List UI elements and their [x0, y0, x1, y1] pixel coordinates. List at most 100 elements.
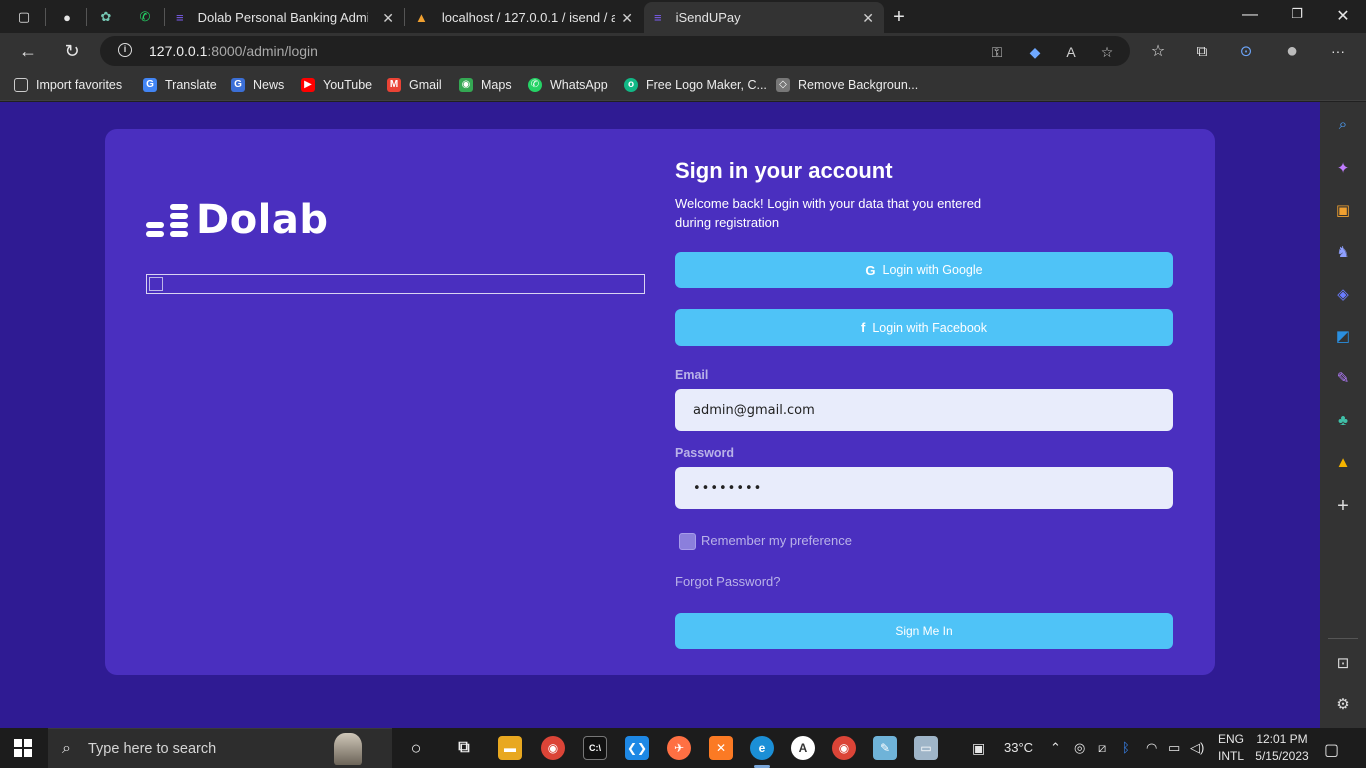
bookmark-label: Remove Backgroun...: [798, 78, 919, 92]
url-text[interactable]: 127.0.0.1:8000/admin/login: [149, 43, 318, 59]
new-tab-icon[interactable]: +: [889, 6, 909, 28]
github-icon[interactable]: ●: [57, 7, 77, 27]
close-icon[interactable]: ✕: [621, 10, 633, 27]
bookmark-youtube[interactable]: ▶ YouTube: [301, 76, 372, 94]
downloads-icon[interactable]: ⊙: [1234, 39, 1258, 63]
minimize-icon[interactable]: —: [1235, 6, 1265, 24]
logo-maker-icon: o: [624, 78, 638, 92]
divider: [164, 8, 165, 26]
copilot-icon[interactable]: ✦: [1333, 158, 1353, 178]
battery-icon[interactable]: ▭: [1168, 740, 1180, 756]
chatgpt-icon[interactable]: ✿: [96, 7, 116, 27]
sign-in-button[interactable]: Sign Me In: [675, 613, 1173, 649]
bookmark-whatsapp[interactable]: ✆ WhatsApp: [528, 76, 608, 94]
add-favorite-icon[interactable]: ☆: [1098, 43, 1116, 61]
profile-avatar-icon[interactable]: ●: [1280, 39, 1304, 63]
postman-icon[interactable]: ✈: [667, 736, 691, 760]
tab-title: localhost / 127.0.0.1 / isend / adr: [441, 10, 615, 25]
wifi-icon[interactable]: ◠: [1146, 740, 1157, 756]
chrome-profile-icon[interactable]: ◉: [832, 736, 856, 760]
clock-date: 5/15/2023: [1255, 749, 1309, 763]
input-language[interactable]: ENG INTL: [1212, 731, 1250, 765]
email-field[interactable]: [675, 389, 1173, 431]
terminal-icon[interactable]: C:\: [583, 736, 607, 760]
tab-actions-icon[interactable]: ▢: [14, 7, 34, 27]
windows-start-icon[interactable]: [14, 739, 32, 757]
bluetooth-icon[interactable]: ᛒ: [1122, 740, 1130, 755]
weather-icon[interactable]: ▣: [972, 740, 985, 757]
edge-icon[interactable]: e: [750, 736, 774, 760]
weather-temp[interactable]: 33°C: [1004, 740, 1033, 755]
remember-label[interactable]: Remember my preference: [701, 533, 852, 548]
close-icon[interactable]: ✕: [382, 10, 394, 27]
tree-icon[interactable]: ♣: [1333, 410, 1353, 430]
close-window-icon[interactable]: ✕: [1328, 6, 1358, 26]
broken-image-icon: [149, 277, 163, 291]
camera-icon[interactable]: ◎: [1074, 740, 1085, 756]
network-off-icon[interactable]: ⧄: [1098, 740, 1106, 756]
chrome-icon[interactable]: ◉: [541, 736, 565, 760]
site-info-icon[interactable]: i: [118, 43, 132, 57]
windows-taskbar: ⌕ Type here to search ○ ⧉ ▬ ◉ C:\ ❮❯ ✈ ✕…: [0, 728, 1366, 768]
remember-checkbox[interactable]: [679, 533, 696, 550]
tray-overflow-icon[interactable]: ⌃: [1050, 740, 1061, 756]
whatsapp-icon[interactable]: ✆: [135, 7, 155, 27]
login-with-facebook-button[interactable]: f Login with Facebook: [675, 309, 1173, 346]
drive-icon[interactable]: ▲: [1333, 452, 1353, 472]
back-arrow-icon[interactable]: ←: [16, 39, 40, 63]
password-label: Password: [675, 446, 735, 460]
address-bar[interactable]: i 127.0.0.1:8000/admin/login ⚿ ◆ A ☆: [100, 36, 1130, 66]
bookmark-import-favorites[interactable]: Import favorites: [14, 76, 122, 94]
forgot-password-link[interactable]: Forgot Password?: [675, 574, 781, 589]
bookmark-remove-background[interactable]: ◇ Remove Backgroun...: [776, 76, 918, 94]
notifications-icon[interactable]: ▢: [1324, 740, 1339, 760]
vscode-icon[interactable]: ❮❯: [625, 736, 649, 760]
bookmark-free-logo-maker[interactable]: o Free Logo Maker, C...: [624, 76, 767, 94]
tab-title: iSendUPay: [675, 10, 741, 25]
bookmark-news[interactable]: G News: [231, 76, 284, 94]
clock[interactable]: 12:01 PM 5/15/2023: [1252, 731, 1312, 765]
games-icon[interactable]: ♞: [1333, 242, 1353, 262]
volume-icon[interactable]: ◁): [1190, 740, 1204, 756]
file-explorer-icon[interactable]: ▬: [498, 736, 522, 760]
dolab-favicon-icon: ≡: [654, 10, 662, 25]
search-icon: ⌕: [62, 740, 71, 757]
shopping-tag-icon[interactable]: ◆: [1026, 43, 1044, 61]
collections-icon[interactable]: ⧉: [1190, 39, 1214, 63]
taskbar-search[interactable]: ⌕ Type here to search: [48, 728, 392, 768]
dolab-logo: Dolab: [146, 197, 329, 243]
favorites-icon[interactable]: ☆: [1146, 39, 1170, 63]
youtube-icon: ▶: [301, 78, 315, 92]
login-with-google-button[interactable]: G Login with Google: [675, 252, 1173, 288]
split-screen-icon[interactable]: ⊡: [1333, 653, 1353, 673]
tab-title: Dolab Personal Banking Admin: [197, 10, 368, 25]
remote-desktop-icon[interactable]: ▭: [914, 736, 938, 760]
add-icon[interactable]: +: [1333, 495, 1353, 517]
task-view-icon[interactable]: ⧉: [452, 736, 476, 760]
search-icon[interactable]: ⌕: [1333, 114, 1353, 134]
bookmark-translate[interactable]: G Translate: [143, 76, 217, 94]
microsoft-365-icon[interactable]: ◈: [1333, 284, 1353, 304]
tab-dolab[interactable]: ≡ Dolab Personal Banking Admin ✕: [166, 2, 404, 33]
ms-store-icon[interactable]: A: [791, 736, 815, 760]
tab-isendupay[interactable]: ≡ iSendUPay ✕: [644, 2, 884, 33]
designer-icon[interactable]: ✎: [1333, 368, 1353, 388]
shopping-bag-icon[interactable]: ▣: [1333, 200, 1353, 220]
cortana-icon[interactable]: ○: [404, 736, 428, 760]
more-menu-icon[interactable]: ···: [1326, 39, 1350, 63]
tab-phpmyadmin[interactable]: ▲ localhost / 127.0.0.1 / isend / adr ✕: [405, 2, 643, 33]
bookmark-gmail[interactable]: M Gmail: [387, 76, 442, 94]
xampp-icon[interactable]: ✕: [709, 736, 733, 760]
bookmark-label: YouTube: [323, 78, 373, 92]
read-aloud-icon[interactable]: A: [1062, 43, 1080, 61]
outlook-icon[interactable]: ◩: [1333, 326, 1353, 346]
password-field[interactable]: [675, 467, 1173, 509]
key-icon[interactable]: ⚿: [988, 43, 1006, 61]
close-icon[interactable]: ✕: [862, 10, 874, 27]
refresh-icon[interactable]: ↻: [60, 39, 84, 63]
settings-gear-icon[interactable]: ⚙: [1333, 694, 1353, 714]
maximize-icon[interactable]: ❐: [1282, 6, 1312, 22]
divider: [45, 8, 46, 26]
notepad-icon[interactable]: ✎: [873, 736, 897, 760]
bookmark-maps[interactable]: ◉ Maps: [459, 76, 512, 94]
